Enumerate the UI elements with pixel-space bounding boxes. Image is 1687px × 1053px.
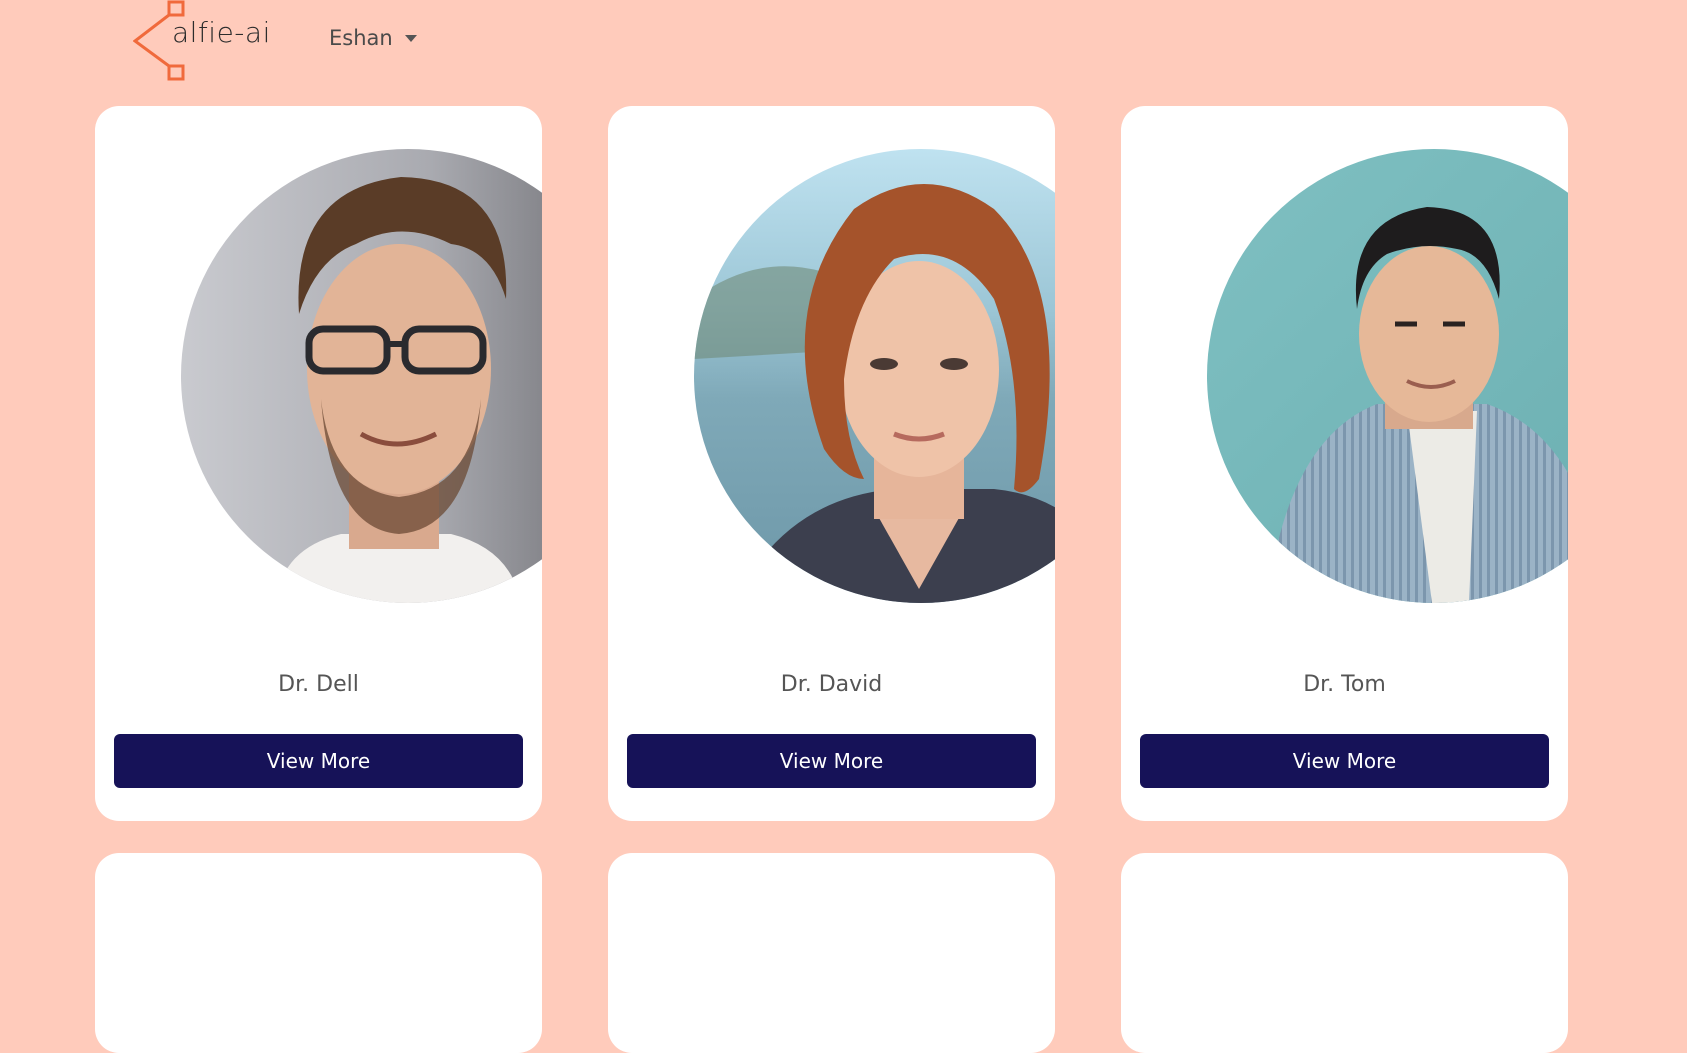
doctor-card: Dr. David View More xyxy=(608,106,1055,821)
alfie-ai-logo[interactable]: alfie-ai xyxy=(133,0,293,82)
doctor-photo xyxy=(694,149,1055,603)
doctor-card-partial xyxy=(608,853,1055,1053)
doctor-photo xyxy=(181,149,542,603)
doctor-portrait-image xyxy=(1207,149,1568,603)
doctor-portrait-image xyxy=(694,149,1055,603)
user-name: Eshan xyxy=(329,26,393,50)
doctor-card: Dr. Tom View More xyxy=(1121,106,1568,821)
user-menu-dropdown[interactable]: Eshan xyxy=(329,24,417,52)
doctor-name: Dr. David xyxy=(780,672,883,697)
doctor-card-partial xyxy=(95,853,542,1053)
doctor-name: Dr. Tom xyxy=(1303,672,1386,697)
doctor-card: Dr. Dell View More xyxy=(95,106,542,821)
logo-text: alfie-ai xyxy=(172,16,271,49)
doctor-photo xyxy=(1207,149,1568,603)
view-more-button[interactable]: View More xyxy=(1140,734,1549,788)
doctor-portrait-image xyxy=(181,149,542,603)
doctor-name: Dr. Dell xyxy=(278,672,359,697)
doctor-card-partial xyxy=(1121,853,1568,1053)
view-more-button[interactable]: View More xyxy=(627,734,1036,788)
chevron-down-icon xyxy=(404,34,417,42)
view-more-button[interactable]: View More xyxy=(114,734,523,788)
